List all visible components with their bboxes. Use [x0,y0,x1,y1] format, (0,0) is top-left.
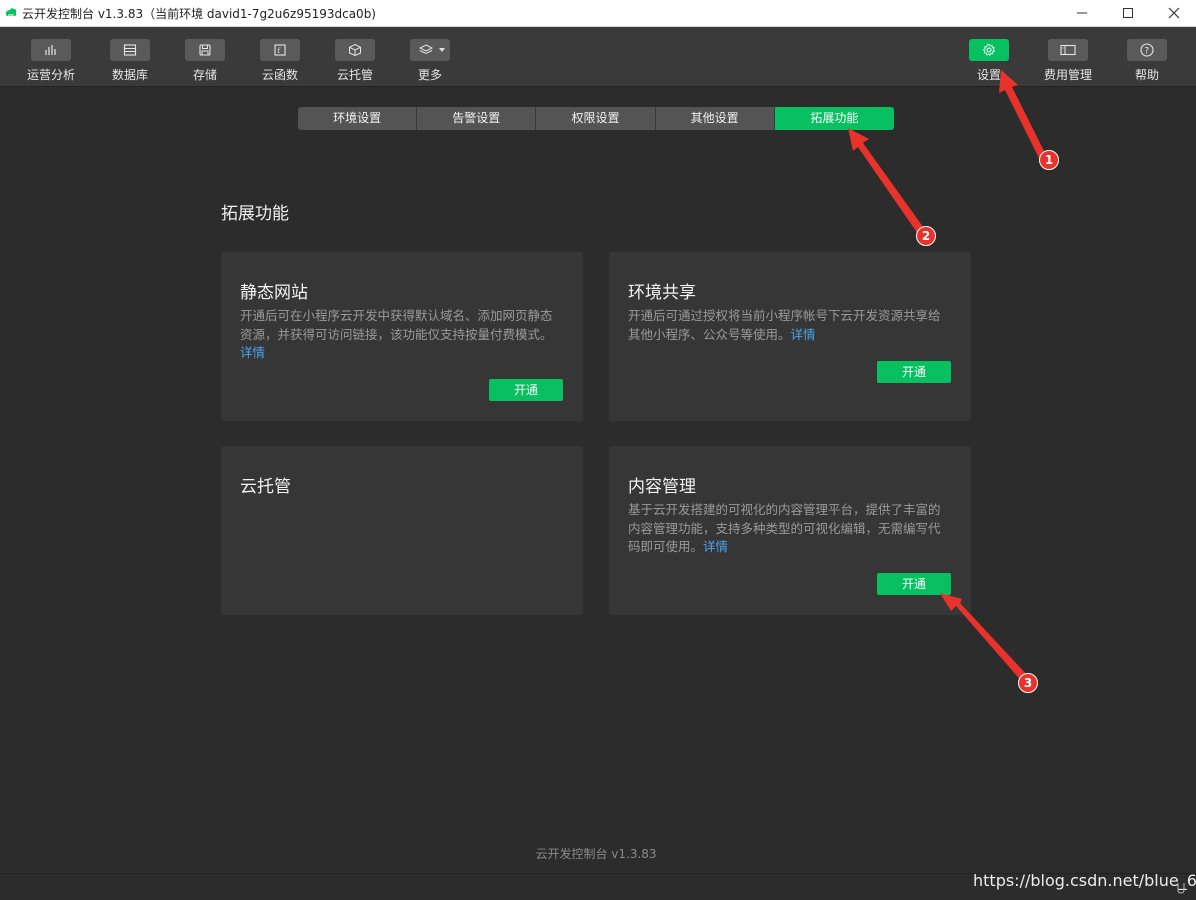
toolbar-item-billing[interactable]: 费用管理 [1038,39,1098,83]
toolbar-item-settings[interactable]: 设置 [959,39,1019,83]
toolbar-item-cloud-function[interactable]: f 云函数 [250,39,310,83]
window-titlebar: 云开发控制台 v1.3.83（当前环境 david1-7g2u6z95193dc… [0,0,1196,27]
tab-permission-settings[interactable]: 权限设置 [536,107,656,130]
tab-alert-settings[interactable]: 告警设置 [417,107,537,130]
minimize-button[interactable] [1059,0,1105,26]
main-toolbar: 运营分析 数据库 存储 f 云函数 云托管 更多 设置 费用管理 ? 帮助 [0,27,1196,87]
card-environment-sharing: 环境共享 开通后可通过授权将当前小程序帐号下云开发资源共享给其他小程序、公众号等… [609,252,971,421]
toolbar-label: 运营分析 [26,68,75,82]
annotation-badge-2: 2 [916,226,936,246]
toolbar-label: 存储 [192,68,217,82]
help-icon: ? [1127,39,1167,61]
storage-icon [185,39,225,61]
card-cloud-hosting: 云托管 [221,446,583,615]
resize-grip-icon [1177,883,1185,894]
card-description: 开通后可通过授权将当前小程序帐号下云开发资源共享给其他小程序、公众号等使用。详情 [628,307,952,344]
toolbar-item-storage[interactable]: 存储 [175,39,235,83]
annotation-badge-3: 3 [1018,673,1038,693]
toolbar-label: 云托管 [336,68,373,82]
cube-icon [335,39,375,61]
tab-other-settings[interactable]: 其他设置 [655,107,775,130]
svg-text:f: f [278,47,282,55]
card-description-text: 基于云开发搭建的可视化的内容管理平台，提供了丰富的内容管理功能，支持多种类型的可… [628,502,941,554]
chevron-down-icon [439,48,445,52]
maximize-icon [1123,8,1133,18]
card-description-text: 开通后可在小程序云开发中获得默认域名、添加网页静态资源，并获得可访问链接，该功能… [240,308,553,342]
window-title: 云开发控制台 v1.3.83（当前环境 david1-7g2u6z95193dc… [22,7,376,21]
enable-content-management-button[interactable]: 开通 [877,573,951,595]
card-title: 环境共享 [628,283,696,303]
card-content-management: 内容管理 基于云开发搭建的可视化的内容管理平台，提供了丰富的内容管理功能，支持多… [609,446,971,615]
annotation-arrow-2 [848,128,926,237]
toolbar-item-database[interactable]: 数据库 [100,39,160,83]
toolbar-label: 更多 [417,68,442,82]
card-description: 基于云开发搭建的可视化的内容管理平台，提供了丰富的内容管理功能，支持多种类型的可… [628,501,952,557]
details-link[interactable]: 详情 [703,539,728,554]
database-icon [110,39,150,61]
tab-environment-settings[interactable]: 环境设置 [298,107,418,130]
footer-version: 云开发控制台 v1.3.83 [535,847,657,861]
app-logo-icon [6,8,17,16]
toolbar-label: 帮助 [1134,68,1159,82]
maximize-button[interactable] [1105,0,1151,26]
svg-text:?: ? [1144,46,1149,56]
page-title: 拓展功能 [221,204,289,224]
card-title: 内容管理 [628,477,696,497]
tab-extensions[interactable]: 拓展功能 [774,107,894,130]
details-link[interactable]: 详情 [791,327,816,342]
toolbar-label: 数据库 [111,68,148,82]
toolbar-label: 云函数 [261,68,298,82]
toolbar-item-more[interactable]: 更多 [400,39,460,83]
toolbar-item-analytics[interactable]: 运营分析 [21,39,81,83]
gear-icon [969,39,1009,61]
minimize-icon [1077,12,1087,14]
details-link[interactable]: 详情 [240,345,265,360]
enable-static-website-button[interactable]: 开通 [489,379,563,401]
card-title: 静态网站 [240,283,308,303]
billing-icon [1048,39,1088,61]
toolbar-label: 设置 [976,68,1001,82]
watermark: https://blog.csdn.net/blue_698 [973,871,1196,890]
close-window-button[interactable] [1151,0,1196,26]
card-description-text: 开通后可通过授权将当前小程序帐号下云开发资源共享给其他小程序、公众号等使用。 [628,308,941,342]
card-static-website: 静态网站 开通后可在小程序云开发中获得默认域名、添加网页静态资源，并获得可访问链… [221,252,583,421]
card-description: 开通后可在小程序云开发中获得默认域名、添加网页静态资源，并获得可访问链接，该功能… [240,307,564,363]
settings-tabs: 环境设置 告警设置 权限设置 其他设置 拓展功能 [298,107,894,130]
enable-environment-sharing-button[interactable]: 开通 [877,361,951,383]
annotation-arrows [848,70,1048,684]
toolbar-item-cloud-hosting[interactable]: 云托管 [325,39,385,83]
layers-icon [410,39,450,61]
close-icon [1168,7,1180,19]
bar-chart-icon [31,39,71,61]
toolbar-item-help[interactable]: ? 帮助 [1117,39,1177,83]
toolbar-label: 费用管理 [1043,68,1092,82]
cloud-function-icon: f [260,39,300,61]
card-title: 云托管 [240,477,291,497]
annotation-badge-1: 1 [1039,150,1059,170]
